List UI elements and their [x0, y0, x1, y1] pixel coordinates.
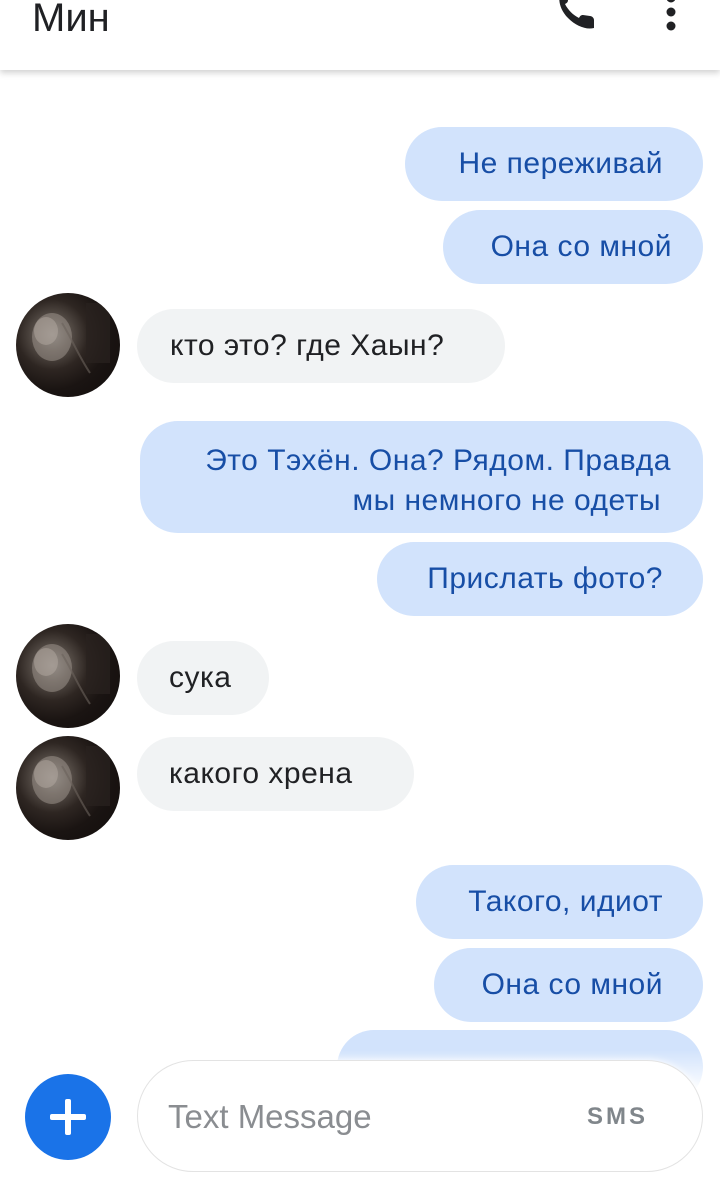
message-text: Она со мной	[481, 968, 663, 1001]
message-bubble-incoming[interactable]: сука	[137, 641, 269, 715]
message-bubble-outgoing[interactable]: Она со мной	[434, 948, 703, 1022]
contact-avatar[interactable]	[16, 293, 120, 397]
message-input[interactable]: Text Message SMS	[137, 1060, 703, 1172]
message-text: Она со мной	[490, 230, 672, 263]
more-vert-icon[interactable]	[656, 0, 686, 36]
plus-icon-stroke	[65, 1099, 71, 1135]
message-bubble-outgoing[interactable]: Не переживай	[405, 127, 703, 201]
message-text: Такого, идиот	[468, 885, 663, 918]
message-bubble-outgoing[interactable]: Она со мной	[443, 210, 703, 284]
message-bubble-outgoing[interactable]: Это Тэхён. Она? Рядом. Правда мы немного…	[140, 421, 703, 533]
message-text-line: Это Тэхён. Она? Рядом. Правда	[205, 444, 671, 477]
message-bubble-incoming[interactable]: кто это? где Хаын?	[137, 309, 505, 383]
message-text: Не переживай	[458, 147, 663, 180]
message-text: сука	[169, 661, 232, 694]
conversation-screen: Мин Не переживай Она со мной кто это? гд…	[0, 0, 720, 1188]
contact-avatar[interactable]	[16, 736, 120, 840]
message-input-placeholder: Text Message	[168, 1098, 372, 1135]
message-text: Прислать фото?	[427, 562, 663, 595]
contact-avatar[interactable]	[16, 624, 120, 728]
phone-icon[interactable]	[552, 0, 598, 36]
sms-label: SMS	[586, 1103, 648, 1130]
message-text: кто это? где Хаын?	[170, 329, 445, 362]
add-attachment-button[interactable]	[25, 1074, 111, 1160]
message-text-line: мы немного не одеты	[352, 484, 661, 517]
message-bubble-outgoing[interactable]: Прислать фото?	[377, 542, 703, 616]
message-bubble-outgoing[interactable]: Такого, идиот	[416, 865, 703, 939]
message-bubble-incoming[interactable]: какого хрена	[137, 737, 414, 811]
contact-name: Мин	[32, 0, 110, 40]
conversation-header: Мин	[0, 0, 720, 70]
message-text: какого хрена	[169, 757, 353, 790]
